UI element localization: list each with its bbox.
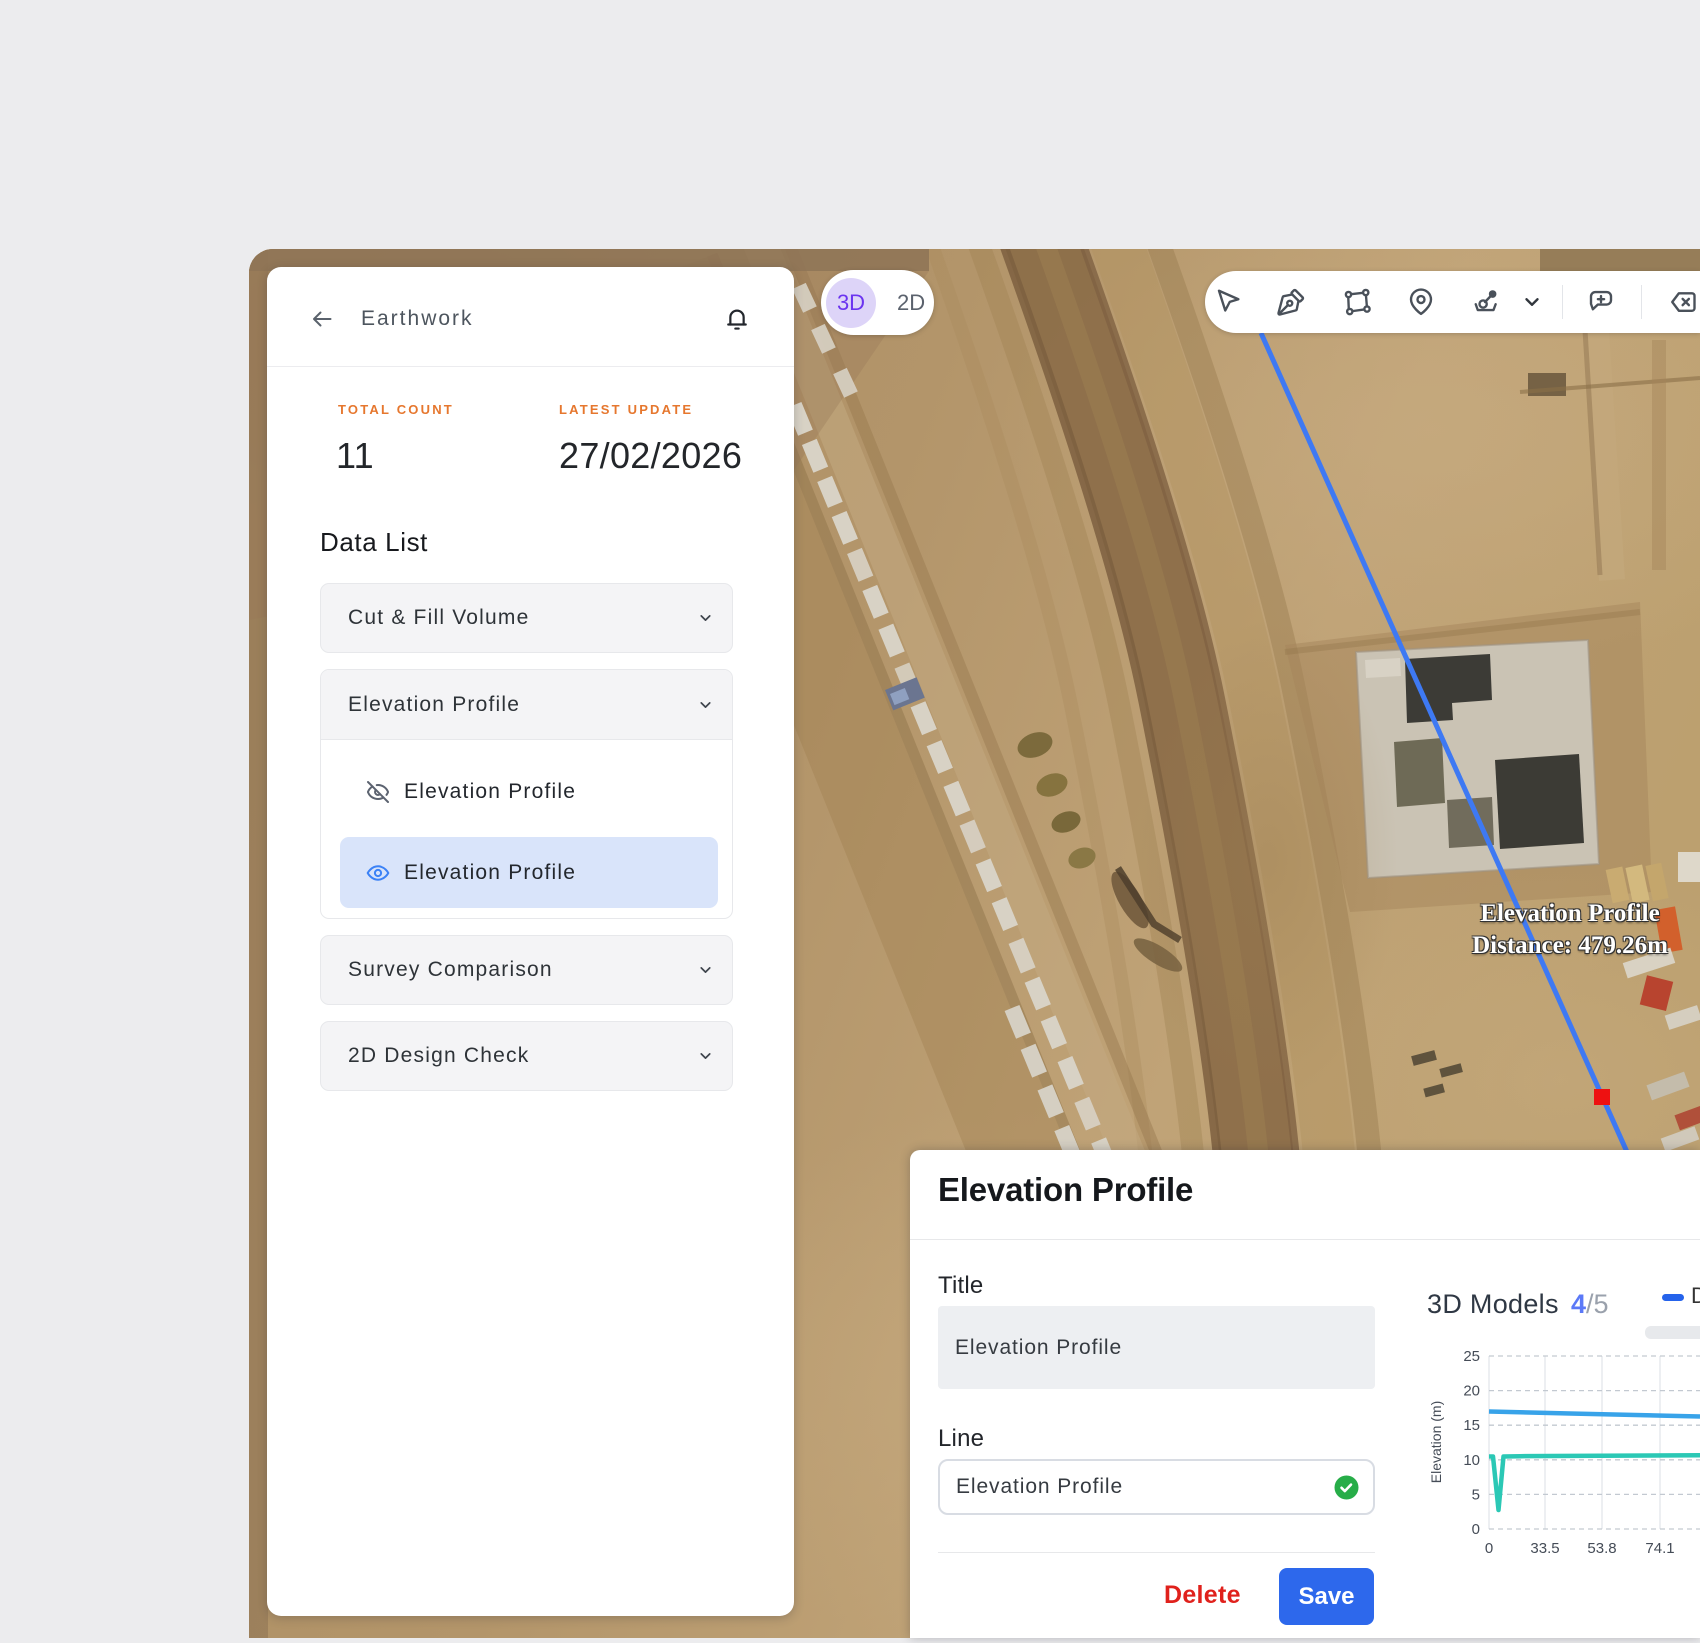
svg-text:53.8: 53.8 (1587, 1540, 1616, 1557)
svg-text:0: 0 (1472, 1521, 1480, 1538)
svg-text:20: 20 (1463, 1383, 1480, 1400)
svg-text:74.1: 74.1 (1645, 1540, 1674, 1557)
svg-text:0: 0 (1485, 1540, 1493, 1557)
svg-text:33.5: 33.5 (1530, 1540, 1559, 1557)
svg-text:25: 25 (1463, 1348, 1480, 1365)
svg-text:15: 15 (1463, 1417, 1480, 1434)
svg-text:5: 5 (1472, 1486, 1480, 1503)
svg-text:Elevation (m): Elevation (m) (1428, 1401, 1444, 1483)
svg-text:10: 10 (1463, 1452, 1480, 1469)
